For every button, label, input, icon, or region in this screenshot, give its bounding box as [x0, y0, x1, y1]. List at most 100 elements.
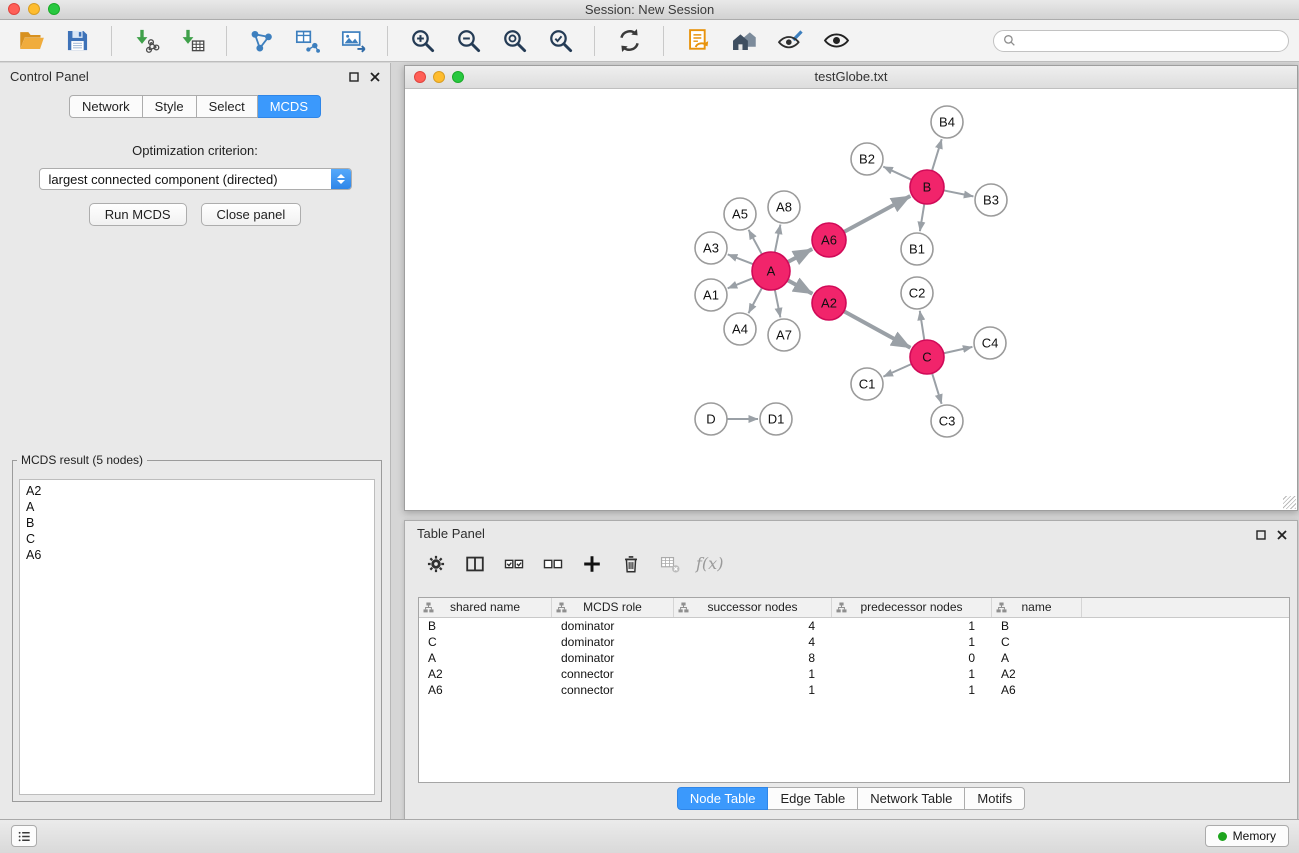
table-row[interactable]: Bdominator41B [419, 618, 1289, 634]
node-C[interactable]: C [910, 340, 944, 374]
edge-A-A7[interactable] [775, 289, 781, 318]
run-mcds-button[interactable]: Run MCDS [89, 203, 187, 226]
home-view-button[interactable] [723, 24, 765, 58]
tab-mcds[interactable]: MCDS [258, 95, 321, 118]
edge-A-A3[interactable] [728, 254, 754, 264]
node-C1[interactable]: C1 [851, 368, 883, 400]
tab-network-table[interactable]: Network Table [858, 787, 965, 810]
zoom-out-button[interactable] [447, 24, 489, 58]
node-D1[interactable]: D1 [760, 403, 792, 435]
network-minimize-button[interactable] [433, 71, 445, 83]
node-A6[interactable]: A6 [812, 223, 846, 257]
float-table-panel-icon[interactable] [1256, 530, 1266, 540]
node-A1[interactable]: A1 [695, 279, 727, 311]
edge-B-B2[interactable] [883, 167, 912, 181]
column-header-mcds-role[interactable]: MCDS role [552, 598, 674, 617]
edge-A-A2[interactable] [787, 280, 813, 294]
table-row[interactable]: A6connector11A6 [419, 682, 1289, 698]
memory-button[interactable]: Memory [1205, 825, 1289, 847]
node-C4[interactable]: C4 [974, 327, 1006, 359]
apply-layout-button[interactable] [608, 24, 650, 58]
mcds-result-list[interactable]: A2ABCA6 [19, 479, 375, 795]
tab-style[interactable]: Style [143, 95, 197, 118]
search-input[interactable] [1022, 33, 1279, 49]
edge-A6-B[interactable] [843, 196, 910, 232]
edge-A-A1[interactable] [728, 278, 755, 289]
style-preview-button[interactable] [769, 24, 811, 58]
column-header-successor-nodes[interactable]: successor nodes [674, 598, 832, 617]
mcds-result-item[interactable]: C [26, 531, 368, 547]
network-zoom-button[interactable] [452, 71, 464, 83]
node-A2[interactable]: A2 [812, 286, 846, 320]
node-A7[interactable]: A7 [768, 319, 800, 351]
import-network-button[interactable] [125, 24, 167, 58]
node-A4[interactable]: A4 [724, 313, 756, 345]
tab-edge-table[interactable]: Edge Table [768, 787, 858, 810]
mcds-result-item[interactable]: A [26, 499, 368, 515]
edge-C-C2[interactable] [920, 311, 925, 341]
close-panel-icon[interactable] [370, 72, 380, 82]
close-panel-button[interactable]: Close panel [201, 203, 302, 226]
table-row[interactable]: Adominator80A [419, 650, 1289, 666]
node-A8[interactable]: A8 [768, 191, 800, 223]
tab-select[interactable]: Select [197, 95, 258, 118]
table-row[interactable]: A2connector11A2 [419, 666, 1289, 682]
export-image-button[interactable] [332, 24, 374, 58]
network-canvas[interactable]: AA6A2BCA5A8A3A1A4A7B2B4B3B1C2C4C1C3DD1 [405, 89, 1297, 511]
mcds-result-item[interactable]: A6 [26, 547, 368, 563]
delete-column-button[interactable] [618, 551, 644, 576]
select-all-rows-button[interactable] [501, 551, 527, 576]
column-header-shared-name[interactable]: shared name [419, 598, 552, 617]
tab-network[interactable]: Network [69, 95, 143, 118]
edge-C-C3[interactable] [932, 372, 942, 404]
edge-A-A6[interactable] [787, 249, 812, 263]
function-builder-button[interactable]: f(x) [696, 551, 723, 576]
node-B[interactable]: B [910, 170, 944, 204]
close-window-button[interactable] [8, 3, 20, 15]
network-close-button[interactable] [414, 71, 426, 83]
edge-C-C4[interactable] [943, 347, 973, 354]
resize-handle[interactable] [1283, 496, 1296, 509]
minimize-window-button[interactable] [28, 3, 40, 15]
mcds-result-item[interactable]: A2 [26, 483, 368, 499]
column-layout-button[interactable] [462, 551, 488, 576]
column-header-predecessor-nodes[interactable]: predecessor nodes [832, 598, 992, 617]
node-C2[interactable]: C2 [901, 277, 933, 309]
show-hide-graphics-button[interactable] [815, 24, 857, 58]
delete-table-button[interactable] [657, 551, 683, 576]
tab-motifs[interactable]: Motifs [965, 787, 1025, 810]
edge-A-A4[interactable] [749, 287, 763, 313]
close-table-panel-icon[interactable] [1277, 530, 1287, 540]
search-box[interactable] [993, 30, 1289, 52]
deselect-all-rows-button[interactable] [540, 551, 566, 576]
zoom-window-button[interactable] [48, 3, 60, 15]
edge-C-C1[interactable] [883, 364, 912, 377]
new-network-table-button[interactable] [286, 24, 328, 58]
save-session-button[interactable] [56, 24, 98, 58]
node-B3[interactable]: B3 [975, 184, 1007, 216]
node-C3[interactable]: C3 [931, 405, 963, 437]
session-document-button[interactable] [677, 24, 719, 58]
node-B2[interactable]: B2 [851, 143, 883, 175]
node-D[interactable]: D [695, 403, 727, 435]
zoom-in-button[interactable] [401, 24, 443, 58]
import-table-button[interactable] [171, 24, 213, 58]
open-session-button[interactable] [10, 24, 52, 58]
new-network-button[interactable] [240, 24, 282, 58]
mcds-result-item[interactable]: B [26, 515, 368, 531]
column-header-name[interactable]: name [992, 598, 1082, 617]
node-A[interactable]: A [752, 252, 790, 290]
edge-A-A5[interactable] [749, 230, 763, 255]
edge-A-A8[interactable] [775, 225, 781, 254]
node-A5[interactable]: A5 [724, 198, 756, 230]
table-settings-button[interactable] [423, 551, 449, 576]
task-history-button[interactable] [11, 825, 37, 847]
edge-B-B3[interactable] [943, 190, 974, 196]
tab-node-table[interactable]: Node Table [677, 787, 769, 810]
node-A3[interactable]: A3 [695, 232, 727, 264]
float-panel-icon[interactable] [349, 72, 359, 82]
zoom-fit-button[interactable] [493, 24, 535, 58]
edge-B-B1[interactable] [920, 203, 925, 231]
edge-B-B4[interactable] [932, 139, 942, 172]
table-row[interactable]: Cdominator41C [419, 634, 1289, 650]
